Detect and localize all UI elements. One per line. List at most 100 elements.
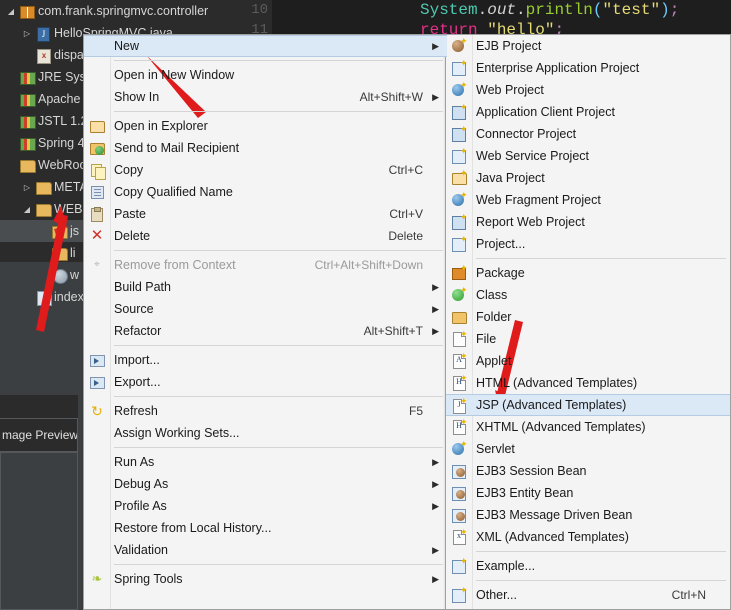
- context-menu-item[interactable]: New ▶: [84, 35, 447, 57]
- no-icon: [89, 498, 105, 514]
- context-menu-item[interactable]: Export...: [84, 371, 447, 393]
- menu-item-label: EJB3 Entity Bean: [476, 486, 574, 500]
- menu-item-label: Paste: [114, 207, 146, 221]
- context-menu-item[interactable]: ❧ Spring Tools ▶: [84, 568, 447, 590]
- context-menu-item[interactable]: Assign Working Sets...: [84, 422, 447, 444]
- context-menu-item[interactable]: ✕ Delete Delete: [84, 225, 447, 247]
- new-submenu-item[interactable]: ✦ Java Project: [446, 167, 730, 189]
- library-icon: [18, 91, 36, 107]
- menu-item-label: Application Client Project: [476, 105, 615, 119]
- no-icon: [89, 454, 105, 470]
- context-menu-item[interactable]: Source ▶: [84, 298, 447, 320]
- new-submenu-item[interactable]: A ✦ Applet: [446, 350, 730, 372]
- menu-item-label: EJB Project: [476, 39, 542, 53]
- new-submenu-item[interactable]: ✦ Enterprise Application Project: [446, 57, 730, 79]
- tree-expand-arrow[interactable]: ▷: [20, 183, 34, 192]
- java-file-icon: J: [34, 25, 51, 42]
- context-menu-item[interactable]: Open in Explorer: [84, 115, 447, 137]
- token-println: println: [525, 1, 593, 19]
- new-submenu-item[interactable]: ✦ File: [446, 328, 730, 350]
- menu-item-label: Example...: [476, 559, 536, 573]
- context-menu[interactable]: New ▶ Open in New Window Show In Alt+Shift+W…: [83, 34, 448, 610]
- menu-item-accelerator: Alt+Shift+W: [359, 90, 423, 104]
- menu-item-label: Servlet: [476, 442, 515, 456]
- context-menu-item[interactable]: Send to Mail Recipient: [84, 137, 447, 159]
- tree-item[interactable]: ◢ com.frank.springmvc.controller: [0, 0, 240, 22]
- context-menu-item[interactable]: Build Path ▶: [84, 276, 447, 298]
- submenu-arrow-icon: ▶: [432, 544, 439, 555]
- tree-expand-arrow[interactable]: ◢: [4, 7, 18, 16]
- tree-expand-arrow[interactable]: ▷: [20, 29, 34, 38]
- menu-separator: [114, 396, 443, 397]
- new-submenu-item[interactable]: ✦ Package: [446, 262, 730, 284]
- context-menu-item[interactable]: Copy Qualified Name: [84, 181, 447, 203]
- token-semicolon: ;: [669, 1, 680, 19]
- folder-icon: [50, 245, 68, 261]
- example-icon: ✦: [451, 557, 468, 574]
- submenu-arrow-icon: ▶: [432, 456, 439, 467]
- context-menu-item[interactable]: Validation ▶: [84, 539, 447, 561]
- new-submenu-item[interactable]: ✦ Web Service Project: [446, 145, 730, 167]
- menu-item-label: Folder: [476, 310, 512, 324]
- tree-item-label: JSTL 1.2: [38, 114, 88, 128]
- context-menu-item[interactable]: Show In Alt+Shift+W ▶: [84, 86, 447, 108]
- new-submenu-item[interactable]: x ✦ XML (Advanced Templates): [446, 526, 730, 548]
- context-menu-item[interactable]: Debug As ▶: [84, 473, 447, 495]
- tree-item-label: WebRoo: [38, 158, 87, 172]
- menu-item-label: Enterprise Application Project: [476, 61, 640, 75]
- new-submenu-item[interactable]: ✦ Project...: [446, 233, 730, 255]
- menu-separator: [114, 564, 443, 565]
- menu-item-label: Assign Working Sets...: [114, 426, 240, 440]
- new-submenu-item[interactable]: ✦ EJB Project: [446, 35, 730, 57]
- new-submenu-item[interactable]: H ✦ XHTML (Advanced Templates): [446, 416, 730, 438]
- new-submenu-item[interactable]: EJB3 Entity Bean: [446, 482, 730, 504]
- context-menu-item[interactable]: Paste Ctrl+V: [84, 203, 447, 225]
- new-submenu-item[interactable]: ✦ Application Client Project: [446, 101, 730, 123]
- submenu-arrow-icon: ▶: [432, 573, 439, 584]
- new-submenu-item[interactable]: ✦ Other... Ctrl+N: [446, 584, 730, 606]
- context-menu-item[interactable]: Import...: [84, 349, 447, 371]
- menu-item-label: Package: [476, 266, 525, 280]
- context-menu-item[interactable]: ↻ Refresh F5: [84, 400, 447, 422]
- web-project-icon: ✦: [451, 81, 468, 98]
- new-submenu-item[interactable]: EJB3 Message Driven Bean: [446, 504, 730, 526]
- library-icon: [18, 69, 36, 85]
- generic-project-icon: ✦: [451, 235, 468, 252]
- context-menu-item[interactable]: Refactor Alt+Shift+T ▶: [84, 320, 447, 342]
- new-submenu-item[interactable]: ✦ Web Fragment Project: [446, 189, 730, 211]
- new-submenu-item[interactable]: ✦ Web Project: [446, 79, 730, 101]
- new-submenu-item[interactable]: H ✦ HTML (Advanced Templates): [446, 372, 730, 394]
- new-submenu-item[interactable]: J ✦ JSP (Advanced Templates): [446, 394, 730, 416]
- connector-project-icon: ✦: [451, 125, 468, 142]
- new-submenu[interactable]: ✦ EJB Project ✦ Enterprise Application Proj…: [445, 34, 731, 610]
- applet-icon: A ✦: [451, 352, 468, 369]
- menu-item-label: Send to Mail Recipient: [114, 141, 240, 155]
- code-line-10: System.out.println("test");: [420, 0, 679, 20]
- token-rparen: ): [660, 1, 670, 19]
- token-dot: .: [477, 1, 488, 19]
- xml-icon: x ✦: [451, 528, 468, 545]
- context-menu-item[interactable]: Profile As ▶: [84, 495, 447, 517]
- menu-item-label: XML (Advanced Templates): [476, 530, 629, 544]
- token-string: "test": [602, 1, 661, 19]
- new-submenu-item[interactable]: ✦ Class: [446, 284, 730, 306]
- delete-icon: ✕: [90, 227, 104, 244]
- context-menu-item[interactable]: Run As ▶: [84, 451, 447, 473]
- new-submenu-item[interactable]: ✦ Connector Project: [446, 123, 730, 145]
- menu-item-label: Class: [476, 288, 508, 302]
- tree-expand-arrow[interactable]: ◢: [20, 205, 34, 214]
- menu-item-label: Run As: [114, 455, 155, 469]
- library-icon: [18, 113, 36, 129]
- new-submenu-item[interactable]: ✦ Example...: [446, 555, 730, 577]
- new-submenu-item[interactable]: ✦ Report Web Project: [446, 211, 730, 233]
- context-menu-item[interactable]: Copy Ctrl+C: [84, 159, 447, 181]
- app-client-project-icon: ✦: [451, 103, 468, 120]
- menu-separator: [114, 111, 443, 112]
- menu-item-label: Copy Qualified Name: [114, 185, 233, 199]
- context-menu-item[interactable]: Open in New Window: [84, 64, 447, 86]
- new-submenu-item[interactable]: ✦ Servlet: [446, 438, 730, 460]
- new-submenu-item[interactable]: Folder: [446, 306, 730, 328]
- new-submenu-item[interactable]: EJB3 Session Bean: [446, 460, 730, 482]
- image-preview-tab[interactable]: mage Preview: [0, 418, 78, 452]
- context-menu-item[interactable]: Restore from Local History...: [84, 517, 447, 539]
